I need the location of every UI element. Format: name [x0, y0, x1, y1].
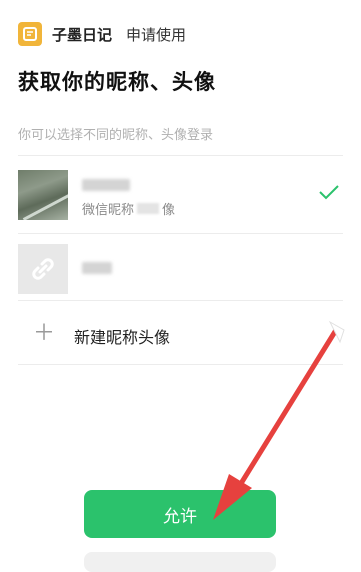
- profile-option-wechat[interactable]: [0, 156, 361, 232]
- avatar: [18, 170, 68, 220]
- checkmark-icon: [318, 184, 340, 204]
- new-profile-row[interactable]: ＋ 新建昵称头像: [0, 314, 361, 360]
- plus-icon: ＋: [33, 321, 56, 346]
- divider: [18, 364, 343, 365]
- reject-button-partial[interactable]: [84, 552, 276, 572]
- request-label: 申请使用: [126, 25, 187, 44]
- link-icon: [18, 244, 68, 294]
- wechat-nickname-prefix: 微信昵称: [82, 203, 135, 218]
- page-title: 获取你的昵称、头像: [18, 70, 216, 94]
- new-profile-label: 新建昵称头像: [74, 328, 171, 347]
- page-subtitle: 你可以选择不同的昵称、头像登录: [18, 128, 214, 143]
- profile-option-2[interactable]: [0, 234, 361, 310]
- app-logo-icon: [18, 22, 42, 46]
- app-header: 子墨日记 申请使用: [18, 20, 186, 48]
- allow-button[interactable]: 允许: [84, 490, 276, 538]
- app-name: 子墨日记: [52, 25, 113, 44]
- nickname-blurred: [82, 179, 130, 191]
- nickname-blurred: [137, 203, 160, 214]
- wechat-nickname-suffix: 像: [162, 203, 176, 218]
- wechat-nickname-caption: 微信昵称 像: [82, 199, 175, 218]
- nickname-blurred: [82, 262, 112, 274]
- divider: [18, 300, 343, 301]
